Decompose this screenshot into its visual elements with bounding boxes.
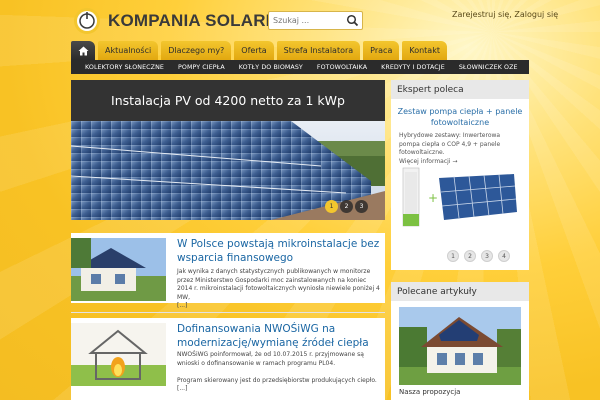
expert-box: Ekspert poleca Zestaw pompa ciepła + pan… [391, 80, 529, 270]
subnav-kolektory[interactable]: Kolektory słoneczne [71, 60, 171, 74]
article-text: Jak wynika z danych statystycznych publi… [177, 268, 380, 301]
subnav-slowniczek[interactable]: Słowniczek OZE [452, 60, 525, 74]
heat-pump-pv-image[interactable]: + [399, 166, 521, 228]
article-thumbnail[interactable] [71, 323, 166, 386]
svg-text:+: + [428, 191, 438, 205]
nav-tab-aktualnosci[interactable]: Aktualności [98, 41, 159, 60]
nav-tab-oferta[interactable]: Oferta [234, 41, 274, 60]
logo[interactable]: KOMPANIA SOLARNA [72, 6, 291, 36]
recommended-heading: Polecane artykuły [391, 282, 529, 301]
subnav-fotowoltaika[interactable]: Fotowoltaika [310, 60, 374, 74]
subnav-kredyty[interactable]: Kredyty i dotacje [374, 60, 452, 74]
login-link[interactable]: Zaloguj się [514, 10, 558, 19]
nav-tab-dlaczego-my[interactable]: Dlaczego my? [161, 41, 232, 60]
article-item: Dofinansowania NWOŚiWG na modernizację/w… [71, 318, 385, 400]
nav-tab-kontakt[interactable]: Kontakt [402, 41, 447, 60]
home-icon [78, 46, 88, 55]
read-more-link[interactable]: [...] [177, 385, 187, 392]
article-title[interactable]: W Polsce powstają mikroinstalacje bez ws… [177, 237, 383, 265]
house-pv-image[interactable] [399, 307, 521, 385]
expert-title[interactable]: Zestaw pompa ciepła + panele fotowoltaic… [395, 106, 525, 128]
expert-description: Hybrydowe zestawy: Inwerterowa pompa cie… [399, 132, 501, 156]
expert-slider-dot[interactable]: 1 [447, 250, 459, 262]
search-input[interactable] [269, 12, 341, 29]
expert-slider-dots: 1 2 3 4 [447, 250, 510, 262]
expert-slider-dot[interactable]: 2 [464, 250, 476, 262]
brand-name: KOMPANIA SOLARNA [108, 11, 291, 30]
slider-dot[interactable]: 3 [355, 200, 368, 213]
slider-dot[interactable]: 1 [325, 200, 338, 213]
article-text: Program skierowany jest do przedsiębiors… [177, 376, 377, 384]
slider-dot[interactable]: 2 [340, 200, 353, 213]
nav-tab-home[interactable] [71, 41, 95, 60]
article-item: W Polsce powstają mikroinstalacje bez ws… [71, 233, 385, 309]
article-thumbnail[interactable] [71, 238, 166, 301]
sun-logo-icon [74, 8, 100, 34]
slider-title: Instalacja PV od 4200 netto za 1 kWp [71, 80, 385, 121]
slider-dots: 1 2 3 [325, 200, 368, 213]
more-info-link[interactable]: Więcej informacji → [399, 158, 457, 165]
register-link[interactable]: Zarejestruj się, [452, 10, 512, 19]
article-excerpt: NWOŚiWG poinformował, że od 10.07.2015 r… [177, 351, 382, 394]
expert-heading: Ekspert poleca [391, 80, 529, 99]
subnav-pompy[interactable]: Pompy ciepła [171, 60, 232, 74]
nav-tab-praca[interactable]: Praca [363, 41, 400, 60]
recommended-caption[interactable]: Nasza propozycja [399, 388, 460, 396]
expert-text: Hybrydowe zestawy: Inwerterowa pompa cie… [399, 132, 521, 166]
article-text: NWOŚiWG poinformował, że od 10.07.2015 r… [177, 351, 364, 367]
sub-nav: Kolektory słoneczne Pompy ciepła Kotły d… [71, 60, 529, 74]
divider [71, 312, 385, 313]
article-excerpt: Jak wynika z danych statystycznych publi… [177, 268, 382, 311]
read-more-link[interactable]: [...] [177, 302, 187, 309]
search-icon[interactable] [346, 14, 359, 27]
nav-tab-strefa-instalatora[interactable]: Strefa Instalatora [276, 41, 361, 60]
header: KOMPANIA SOLARNA Zarejestruj się, Zalogu… [0, 0, 600, 40]
hero-slider[interactable]: Instalacja PV od 4200 netto za 1 kWp [71, 80, 385, 220]
main-nav: Aktualności Dlaczego my? Oferta Strefa I… [71, 41, 450, 60]
search-box [268, 11, 363, 30]
account-links: Zarejestruj się, Zaloguj się [452, 10, 558, 19]
expert-slider-dot[interactable]: 3 [481, 250, 493, 262]
article-title[interactable]: Dofinansowania NWOŚiWG na modernizację/w… [177, 322, 383, 350]
expert-slider-dot[interactable]: 4 [498, 250, 510, 262]
recommended-box: Polecane artykuły Nasza propozycja [391, 282, 529, 400]
subnav-kotly[interactable]: Kotły do biomasy [232, 60, 310, 74]
